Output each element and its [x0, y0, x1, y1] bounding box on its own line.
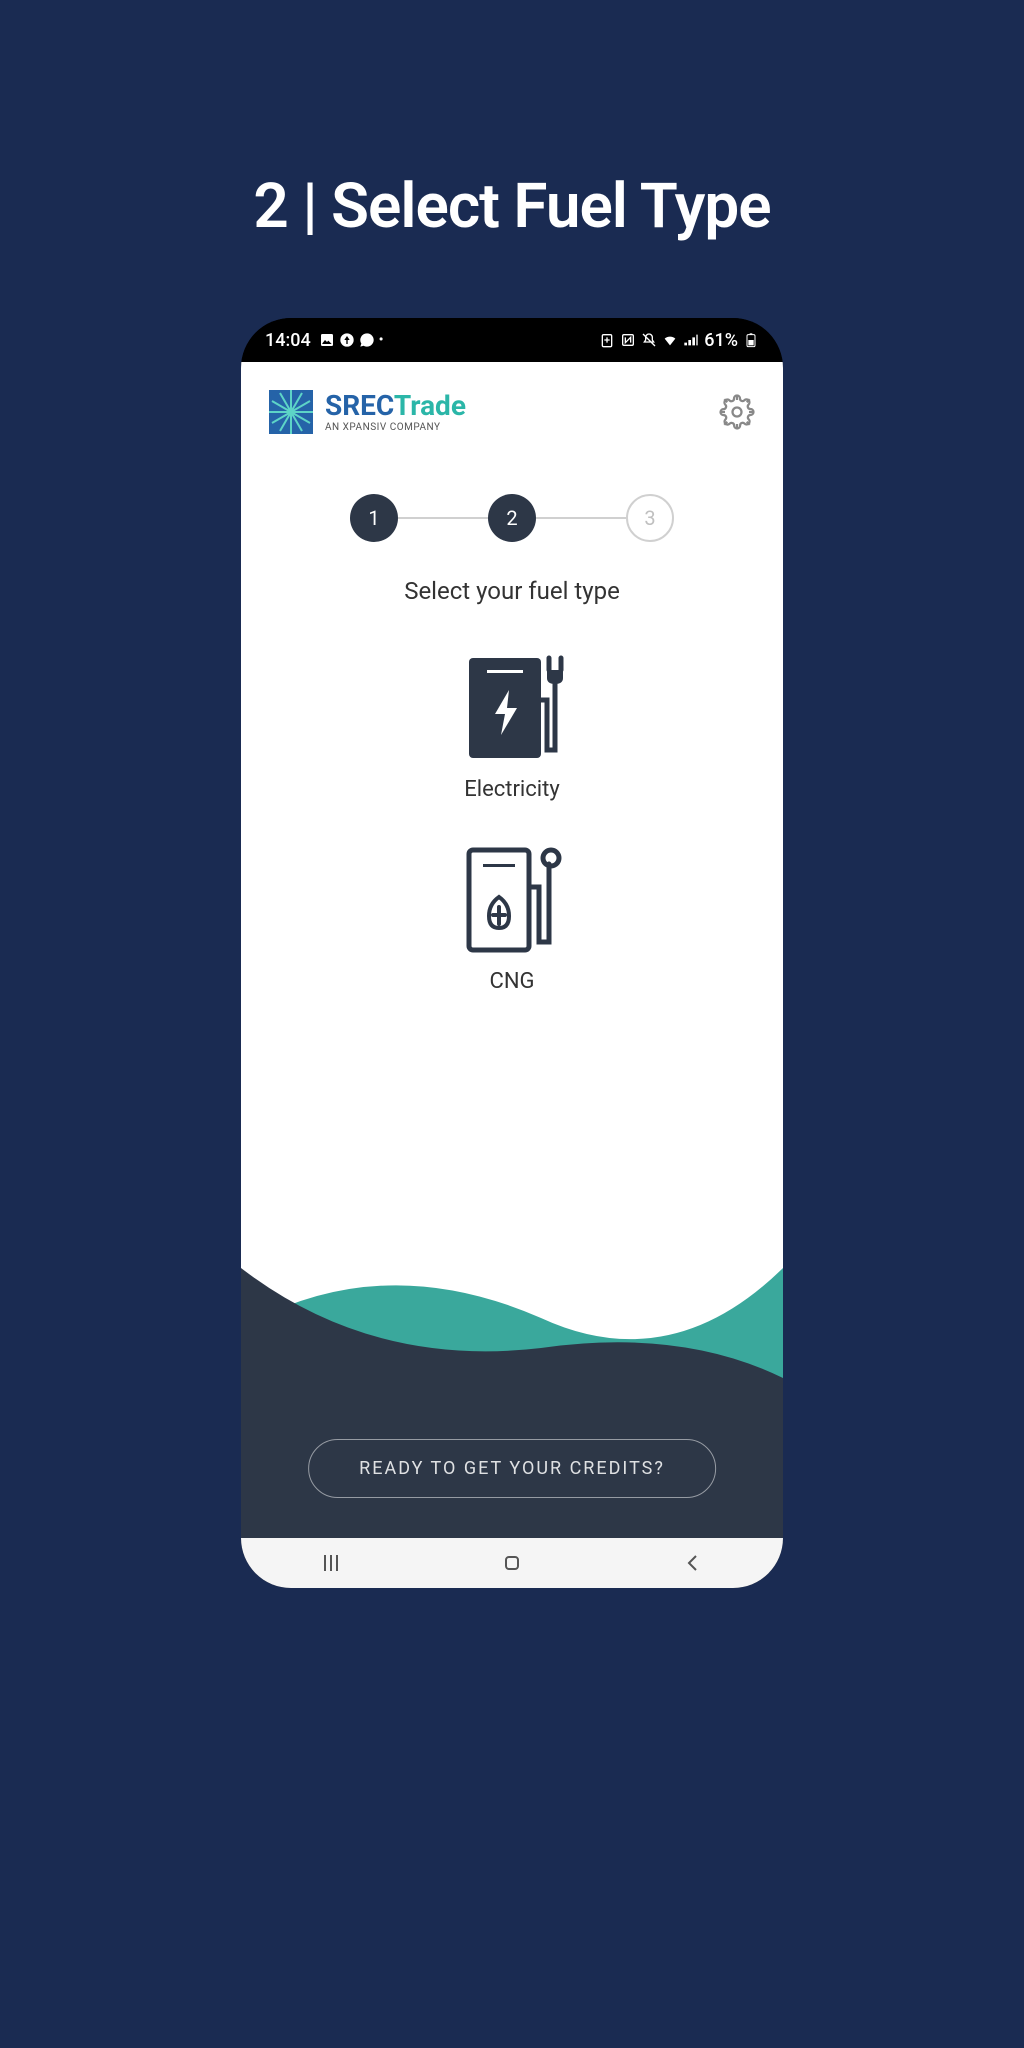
electricity-icon: [447, 650, 577, 765]
status-time: 14:04: [265, 330, 311, 351]
step-line: [536, 517, 626, 519]
step-line: [398, 517, 488, 519]
logo-text: SRECTrade AN XPANSIV COMPANY: [325, 392, 466, 433]
battery-icon: [743, 332, 759, 348]
section-title: Select your fuel type: [241, 577, 783, 605]
status-icons-left: •: [319, 332, 384, 348]
step-3: 3: [626, 494, 674, 542]
logo-brand: SRECTrade: [325, 392, 466, 420]
nav-home-icon[interactable]: [498, 1549, 526, 1577]
nav-bar: [241, 1538, 783, 1588]
battery-saver-icon: [599, 332, 615, 348]
battery-percent: 61%: [704, 330, 738, 351]
signal-icon: [683, 332, 699, 348]
cng-icon: [447, 842, 577, 957]
nav-recent-icon[interactable]: [317, 1549, 345, 1577]
app-header: SRECTrade AN XPANSIV COMPANY: [241, 362, 783, 444]
wave-container: READY TO GET YOUR CREDITS?: [241, 1188, 783, 1538]
nfc-icon: [620, 332, 636, 348]
fuel-label-cng: CNG: [490, 969, 535, 994]
fuel-option-cng[interactable]: CNG: [447, 842, 577, 994]
circle-icon: [339, 332, 355, 348]
logo-icon: [269, 390, 313, 434]
fuel-label-electricity: Electricity: [464, 777, 560, 802]
gear-icon[interactable]: [719, 394, 755, 430]
status-dot: •: [379, 332, 384, 348]
logo-tagline: AN XPANSIV COMPANY: [325, 422, 466, 433]
logo-srec: SREC: [325, 389, 394, 422]
stepper: 1 2 3: [241, 494, 783, 542]
whatsapp-icon: [359, 332, 375, 348]
status-bar-left: 14:04 •: [265, 330, 384, 351]
page-title: 2 | Select Fuel Type: [253, 170, 770, 243]
status-bar: 14:04 • 61%: [241, 318, 783, 362]
mute-icon: [641, 332, 657, 348]
fuel-option-electricity[interactable]: Electricity: [447, 650, 577, 802]
step-1[interactable]: 1: [350, 494, 398, 542]
logo: SRECTrade AN XPANSIV COMPANY: [269, 390, 466, 434]
app-content: SRECTrade AN XPANSIV COMPANY 1 2 3 Selec…: [241, 362, 783, 1538]
logo-trade: Trade: [394, 389, 466, 422]
status-bar-right: 61%: [599, 330, 759, 351]
phone-frame: 14:04 • 61%: [241, 318, 783, 1588]
cta-button[interactable]: READY TO GET YOUR CREDITS?: [308, 1439, 716, 1498]
step-2[interactable]: 2: [488, 494, 536, 542]
fuel-options: Electricity CNG: [241, 650, 783, 994]
image-icon: [319, 332, 335, 348]
nav-back-icon[interactable]: [679, 1549, 707, 1577]
wifi-icon: [662, 332, 678, 348]
